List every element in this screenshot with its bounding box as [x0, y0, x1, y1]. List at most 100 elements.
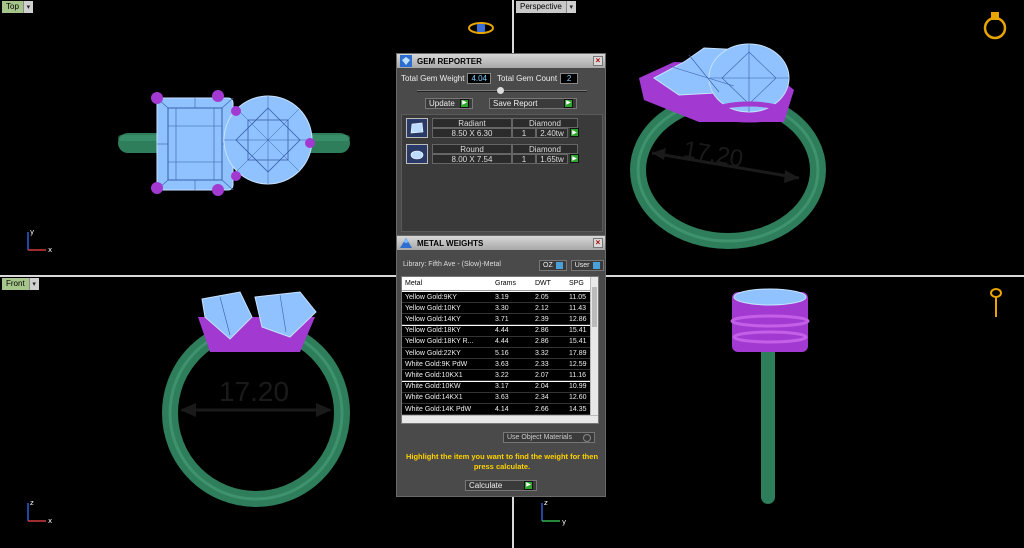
metal-name: Yellow Gold:9KY	[405, 293, 457, 301]
table-row[interactable]: Yellow Gold:18KY R... 4.44 2.86 15.41	[402, 336, 592, 348]
calculate-button[interactable]: Calculate ▶	[465, 480, 537, 491]
radio-icon	[583, 433, 591, 442]
calculate-button-label: Calculate	[469, 481, 503, 490]
ring-nav-icon[interactable]	[986, 283, 1006, 321]
total-count-field[interactable]: 2	[560, 73, 579, 84]
gem-reporter-panel: GEM REPORTER × Total Gem Weight 4.04 Tot…	[396, 53, 606, 238]
metal-name: White Gold:14KX1	[405, 394, 463, 402]
spg-value: 17.89	[569, 349, 587, 357]
axis-label-x: x	[48, 246, 52, 254]
metal-name: Yellow Gold:14KY	[405, 315, 461, 323]
metal-table[interactable]: Metal Grams DWT SPG Yellow Gold:9KY 3.19 2…	[401, 276, 599, 424]
oz-toggle[interactable]: OZ	[539, 260, 567, 271]
vertical-scrollbar[interactable]	[590, 277, 598, 417]
dwt-value: 2.05	[535, 293, 549, 301]
panel-titlebar[interactable]: GEM REPORTER ×	[397, 54, 605, 68]
axis-indicator: y x	[27, 228, 52, 254]
dwt-value: 2.86	[535, 338, 549, 346]
table-row[interactable]: Yellow Gold:18KY 4.44 2.86 15.41	[402, 325, 592, 337]
calculate-hint: Highlight the item you want to find the …	[405, 452, 599, 471]
oz-label: OZ	[543, 262, 553, 269]
slider-handle[interactable]	[497, 87, 504, 94]
panel-titlebar[interactable]: METAL WEIGHTS ×	[397, 236, 605, 250]
table-row[interactable]: White Gold:10KW 3.17 2.04 10.99	[402, 381, 592, 393]
save-report-button[interactable]: Save Report ▶	[489, 98, 577, 109]
metal-name: Yellow Gold:10KY	[405, 304, 461, 312]
viewport-name[interactable]: Perspective	[516, 1, 566, 13]
table-row[interactable]: Yellow Gold:10KY 3.30 2.12 11.43	[402, 303, 592, 315]
viewport-label-perspective[interactable]: Perspective ▾	[516, 1, 576, 13]
metal-weights-panel: METAL WEIGHTS × Library: Fifth Ave - (Sl…	[396, 235, 606, 497]
col-grams[interactable]: Grams	[492, 277, 524, 290]
axis-label-y: y	[30, 228, 34, 236]
table-row[interactable]: Yellow Gold:22KY 5.16 3.32 17.89	[402, 348, 592, 359]
grams-value: 4.14	[495, 405, 509, 413]
spg-value: 12.59	[569, 360, 587, 368]
table-row[interactable]: Yellow Gold:14KY 3.71 2.39 12.86	[402, 314, 592, 326]
gem-type: Diamond	[512, 144, 578, 154]
chevron-down-icon[interactable]: ▾	[28, 278, 39, 290]
table-row[interactable]: White Gold:10KX1 3.22 2.07 11.16	[402, 370, 592, 382]
use-object-materials-label: Use Object Materials	[507, 434, 572, 441]
dwt-value: 2.33	[535, 360, 549, 368]
close-icon[interactable]: ×	[593, 238, 603, 248]
gem-weight: 2.40tw	[536, 128, 568, 138]
viewport-label-front[interactable]: Front ▾	[2, 278, 39, 290]
horizontal-scrollbar[interactable]	[402, 415, 598, 423]
viewport-name[interactable]: Top	[2, 1, 23, 13]
grams-value: 3.71	[495, 315, 509, 323]
spg-value: 10.99	[569, 383, 587, 391]
total-weight-label: Total Gem Weight	[401, 74, 465, 83]
gem-row-round[interactable]: Round Diamond 8.00 X 7.54 1 1.65tw ▶	[404, 143, 600, 165]
gem-size: 8.50 X 6.30	[432, 128, 512, 138]
use-object-materials-select[interactable]: Use Object Materials	[503, 432, 595, 443]
ring-nav-icon[interactable]	[466, 20, 496, 36]
gem-list: Radiant Diamond 8.50 X 6.30 1 2.40tw ▶ R…	[401, 114, 603, 232]
total-weight-field[interactable]: 4.04	[467, 73, 492, 84]
col-dwt[interactable]: DWT	[532, 277, 562, 290]
axis-label-z: z	[30, 499, 34, 507]
metal-name: White Gold:10KX1	[405, 371, 463, 379]
table-header: Metal Grams DWT SPG	[402, 277, 592, 291]
metal-name: White Gold:10KW	[405, 383, 461, 391]
viewport-label-top[interactable]: Top ▾	[2, 1, 33, 13]
dwt-value: 3.32	[535, 349, 549, 357]
update-button-label: Update	[429, 99, 455, 108]
metal-name: Yellow Gold:18KY R...	[405, 338, 474, 346]
gem-qty: 1	[512, 128, 536, 138]
table-row[interactable]: Yellow Gold:9KY 3.19 2.05 11.05	[402, 292, 592, 303]
table-row[interactable]: White Gold:9K PdW 3.63 2.33 12.59	[402, 359, 592, 371]
grams-value: 3.63	[495, 360, 509, 368]
axis-label-z: z	[544, 499, 548, 507]
col-metal[interactable]: Metal	[402, 277, 492, 290]
grams-value: 3.63	[495, 394, 509, 402]
chevron-down-icon[interactable]: ▾	[22, 1, 33, 13]
play-icon[interactable]: ▶	[570, 128, 579, 137]
table-row[interactable]: White Gold:14K PdW 4.14 2.66 14.35	[402, 404, 592, 415]
axis-label-x: x	[48, 517, 52, 525]
axis-label-y: y	[562, 518, 566, 526]
metal-name: White Gold:9K PdW	[405, 360, 468, 368]
gem-shape: Round	[432, 144, 512, 154]
viewport-name[interactable]: Front	[2, 278, 29, 290]
play-icon[interactable]: ▶	[570, 154, 579, 163]
gem-shape: Radiant	[432, 118, 512, 128]
table-row[interactable]: White Gold:14KX1 3.63 2.34 12.60	[402, 392, 592, 404]
gem-weight: 1.65tw	[536, 154, 568, 164]
metal-weights-icon	[399, 237, 413, 249]
gem-icon	[399, 55, 413, 67]
gem-size: 8.00 X 7.54	[432, 154, 512, 164]
ring-nav-icon[interactable]	[980, 8, 1010, 40]
gem-type: Diamond	[512, 118, 578, 128]
scroll-thumb[interactable]	[592, 287, 597, 327]
user-toggle[interactable]: User	[570, 260, 604, 271]
chevron-down-icon[interactable]: ▾	[565, 1, 576, 13]
gem-row-radiant[interactable]: Radiant Diamond 8.50 X 6.30 1 2.40tw ▶	[404, 117, 600, 139]
grams-value: 5.16	[495, 349, 509, 357]
close-icon[interactable]: ×	[593, 56, 603, 66]
update-button[interactable]: Update ▶	[425, 98, 473, 109]
col-spg[interactable]: SPG	[566, 277, 592, 290]
weight-slider[interactable]	[417, 87, 587, 94]
play-icon: ▶	[524, 481, 533, 490]
dwt-value: 2.86	[535, 327, 549, 335]
